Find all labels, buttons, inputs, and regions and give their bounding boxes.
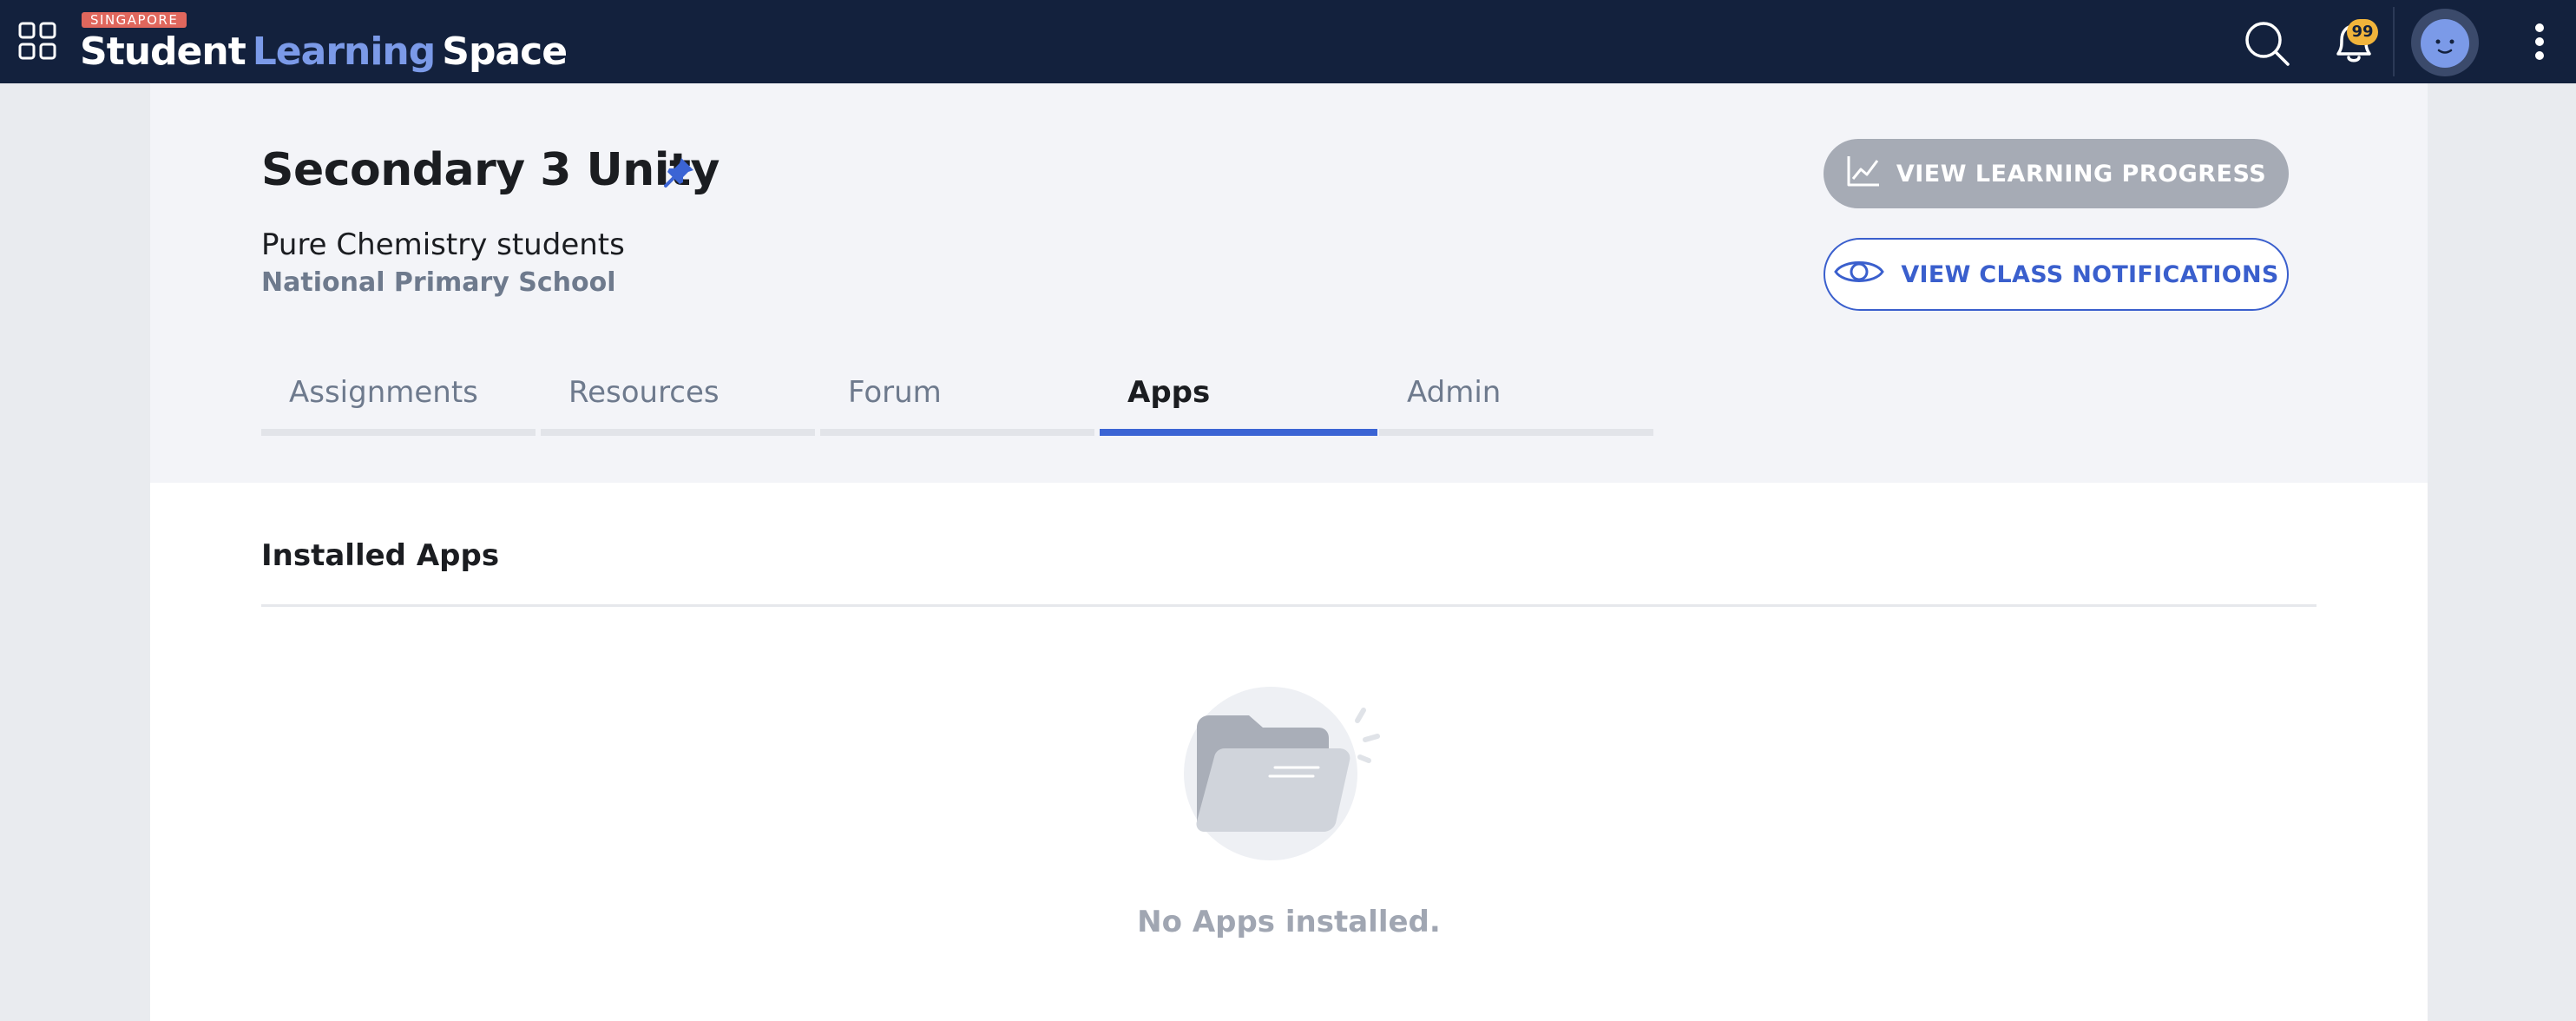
empty-state-message: No Apps installed. — [1137, 905, 1441, 939]
tab-label: Admin — [1407, 375, 1502, 410]
view-class-notifications-button[interactable]: VIEW CLASS NOTIFICATIONS — [1824, 238, 2289, 311]
apps-grid-icon[interactable] — [17, 21, 59, 63]
tab-resources[interactable]: Resources — [541, 363, 818, 436]
brand-word-space: Space — [442, 30, 568, 74]
tab-forum[interactable]: Forum — [820, 363, 1098, 436]
tab-label: Forum — [848, 375, 942, 410]
section-divider — [261, 604, 2316, 607]
tab-apps[interactable]: Apps — [1100, 363, 1377, 436]
class-description: Pure Chemistry students — [261, 227, 625, 262]
class-title: Secondary 3 Unity — [261, 144, 720, 196]
notification-count-badge: 99 — [2347, 19, 2378, 45]
main-content: Secondary 3 Unity Pure Chemistry student… — [150, 83, 2428, 1021]
brand-word-learning: Learning — [252, 30, 436, 74]
tab-underline — [541, 429, 815, 436]
tab-underline — [820, 429, 1094, 436]
installed-apps-heading: Installed Apps — [261, 538, 500, 573]
class-header: Secondary 3 Unity Pure Chemistry student… — [150, 83, 2428, 483]
tab-assignments[interactable]: Assignments — [261, 363, 539, 436]
tab-label: Apps — [1127, 375, 1211, 410]
avatar[interactable] — [2411, 9, 2479, 76]
eye-icon — [1833, 256, 1885, 293]
empty-folder-icon — [1180, 682, 1402, 882]
view-learning-progress-label: VIEW LEARNING PROGRESS — [1896, 160, 2267, 188]
view-learning-progress-button[interactable]: VIEW LEARNING PROGRESS — [1824, 139, 2289, 208]
brand-name: Student Learning Space — [80, 30, 568, 75]
tab-admin[interactable]: Admin — [1379, 363, 1657, 436]
topbar-divider — [2393, 7, 2395, 76]
brand-country-flag: SINGAPORE — [82, 12, 187, 28]
tab-underline-active — [1100, 429, 1377, 436]
line-chart-icon — [1846, 155, 1881, 194]
brand-word-student: Student — [80, 30, 246, 74]
class-tabs: Assignments Resources Forum Apps Admin — [261, 363, 1657, 436]
pin-icon[interactable] — [660, 153, 699, 191]
view-class-notifications-label: VIEW CLASS NOTIFICATIONS — [1901, 260, 2279, 288]
tab-label: Assignments — [289, 375, 478, 410]
top-bar: SINGAPORE Student Learning Space 99 — [0, 0, 2576, 83]
school-name: National Primary School — [261, 267, 616, 298]
tab-underline — [1379, 429, 1653, 436]
tab-underline — [261, 429, 536, 436]
search-icon[interactable] — [2243, 19, 2291, 68]
more-vertical-icon[interactable] — [2524, 17, 2555, 66]
tab-label: Resources — [568, 375, 720, 410]
